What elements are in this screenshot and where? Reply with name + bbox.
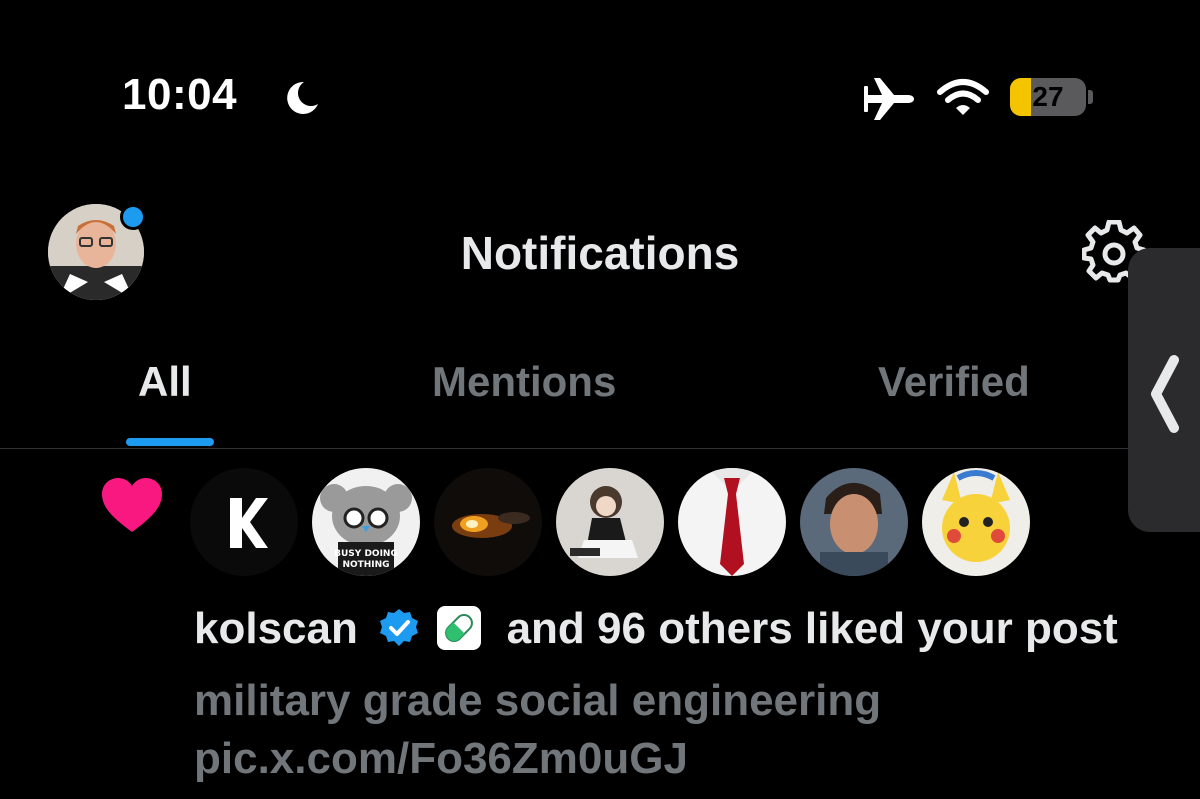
heart-icon — [102, 478, 162, 532]
post-preview-text[interactable]: military grade social engineering — [194, 676, 881, 726]
active-tab-indicator — [126, 438, 214, 446]
notification-action-text: and 96 others liked your post — [506, 604, 1118, 653]
battery-level: 27 — [1032, 81, 1064, 112]
top-header: Notifications — [0, 200, 1200, 300]
wifi-icon — [937, 79, 989, 115]
side-panel-handle[interactable] — [1128, 248, 1200, 532]
battery-tip — [1088, 90, 1093, 104]
avatar-fire[interactable] — [434, 468, 542, 576]
post-preview-link[interactable]: pic.x.com/Fo36Zm0uGJ — [194, 734, 688, 784]
avatar-red-tie[interactable] — [678, 468, 786, 576]
avatar-shirt-text: BUSY DOING NOTHING — [334, 549, 398, 570]
tab-all[interactable]: All — [138, 358, 192, 406]
notification-summary: kolscan and 96 others liked your post — [194, 604, 1118, 654]
actor-name[interactable]: kolscan — [194, 604, 358, 653]
avatar-figurine[interactable] — [556, 468, 664, 576]
chevron-left-icon — [1151, 355, 1179, 433]
status-bar: 10:04 27 — [0, 0, 1200, 160]
airplane-mode-icon — [864, 78, 914, 120]
status-time: 10:04 — [122, 70, 238, 119]
page-title: Notifications — [460, 227, 740, 279]
tab-verified[interactable]: Verified — [878, 358, 1030, 406]
battery-icon: 27 — [1010, 78, 1086, 116]
moon-icon — [287, 81, 318, 114]
avatar-kolscan[interactable] — [190, 468, 298, 576]
verified-badge-icon — [380, 609, 419, 646]
notification-tabs: All Mentions Verified — [0, 340, 1200, 449]
avatar-busy-doing-nothing[interactable]: BUSY DOING NOTHING — [312, 468, 420, 576]
avatar-pikachu[interactable] — [922, 468, 1030, 576]
pill-emoji — [437, 606, 482, 650]
avatar-face[interactable] — [800, 468, 908, 576]
tab-mentions[interactable]: Mentions — [432, 358, 616, 406]
